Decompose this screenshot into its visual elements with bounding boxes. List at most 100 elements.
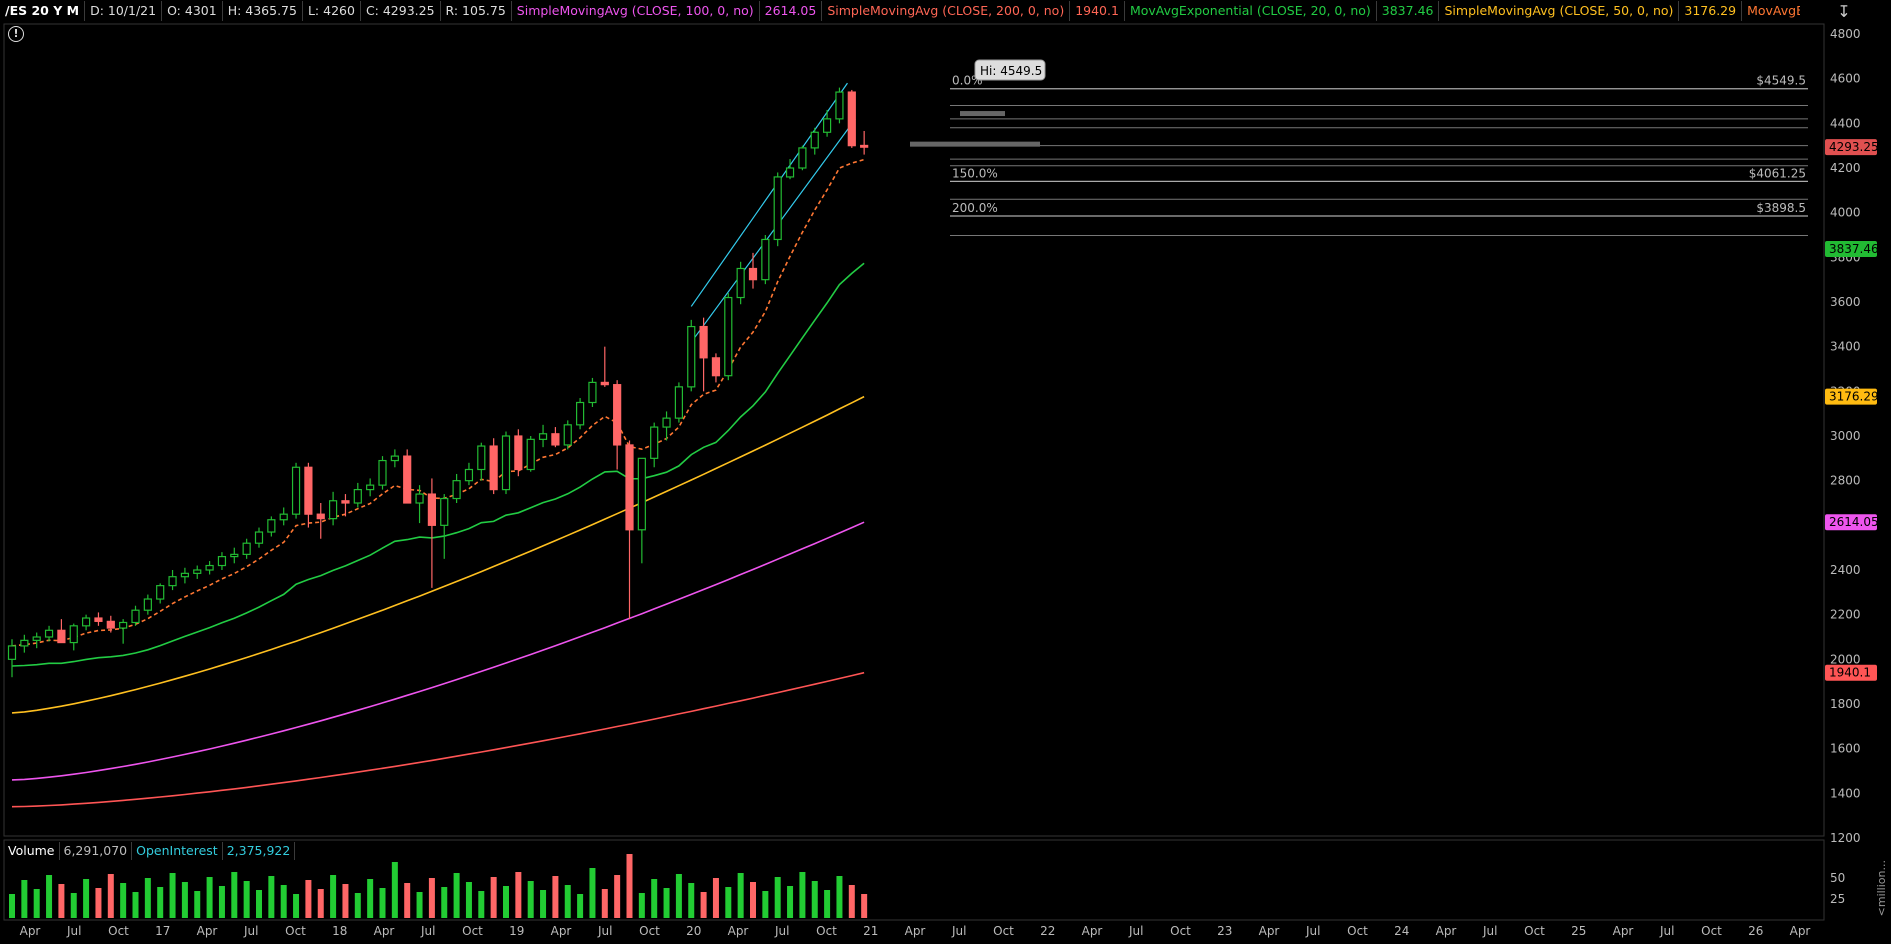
candle[interactable] xyxy=(242,538,251,559)
volume-bar[interactable] xyxy=(824,890,831,918)
volume-bar[interactable] xyxy=(317,889,324,918)
candle[interactable] xyxy=(724,293,733,381)
volume-bar[interactable] xyxy=(206,877,213,918)
candle[interactable] xyxy=(44,625,54,642)
volume-bar[interactable] xyxy=(120,883,127,918)
volume-bar[interactable] xyxy=(527,881,534,918)
candle[interactable] xyxy=(217,552,227,570)
volume-bar[interactable] xyxy=(564,885,571,918)
candle[interactable] xyxy=(538,424,548,448)
ema20-line[interactable] xyxy=(11,262,865,667)
candle[interactable] xyxy=(131,605,140,626)
volume-bar[interactable] xyxy=(181,882,188,918)
candle[interactable] xyxy=(526,436,535,472)
candle[interactable] xyxy=(600,346,609,387)
volume-bar[interactable] xyxy=(589,868,596,918)
candle[interactable] xyxy=(279,507,288,526)
volume-bar[interactable] xyxy=(503,886,509,918)
volume-bar[interactable] xyxy=(293,894,300,918)
volume-bar[interactable] xyxy=(416,892,423,918)
candle[interactable] xyxy=(501,431,511,495)
candle[interactable] xyxy=(835,87,844,124)
volume-bar[interactable] xyxy=(70,893,77,918)
volume-bar[interactable] xyxy=(441,887,448,918)
candle[interactable] xyxy=(69,623,78,651)
candle[interactable] xyxy=(230,547,239,564)
volume-bar[interactable] xyxy=(243,881,250,918)
volume-bar[interactable] xyxy=(774,877,781,918)
study-ema8-label[interactable]: MovAvgExponential (CLOSE, 8, 0, no) xyxy=(1742,1,1800,21)
volume-bar[interactable] xyxy=(787,886,794,918)
candle[interactable] xyxy=(254,527,264,548)
volume-bar[interactable] xyxy=(95,888,102,918)
candle[interactable] xyxy=(687,319,696,392)
candle[interactable] xyxy=(588,377,597,407)
volume-bar[interactable] xyxy=(836,876,843,918)
collapse-icon[interactable]: ↧ xyxy=(1833,2,1855,21)
candle[interactable] xyxy=(267,516,276,537)
candle[interactable] xyxy=(748,252,758,289)
volume-bar[interactable] xyxy=(515,872,522,918)
candle[interactable] xyxy=(427,478,436,588)
volume-bar[interactable] xyxy=(490,877,497,918)
candle[interactable] xyxy=(156,583,165,604)
sma100-line[interactable] xyxy=(11,521,865,781)
candle[interactable] xyxy=(477,442,486,481)
candle[interactable] xyxy=(489,438,498,495)
candle[interactable] xyxy=(711,353,721,383)
volume-bar[interactable] xyxy=(256,890,262,918)
candle[interactable] xyxy=(378,456,387,490)
volume-bar[interactable] xyxy=(367,879,374,918)
candle[interactable] xyxy=(822,109,832,137)
volume-bar[interactable] xyxy=(861,894,868,918)
candle[interactable] xyxy=(773,172,782,247)
volume-bar[interactable] xyxy=(552,876,559,918)
volume-bar[interactable] xyxy=(342,884,349,918)
volume-bar[interactable] xyxy=(688,883,695,918)
candle[interactable] xyxy=(452,473,461,503)
candle[interactable] xyxy=(304,462,313,528)
candle[interactable] xyxy=(674,382,684,423)
volume-bar[interactable] xyxy=(712,878,719,918)
ema8-line[interactable] xyxy=(11,158,865,647)
volume-bar[interactable] xyxy=(58,884,65,918)
candle[interactable] xyxy=(662,411,671,441)
volume-bar[interactable] xyxy=(46,875,53,918)
sma50-line[interactable] xyxy=(11,395,865,714)
candle[interactable] xyxy=(650,422,659,468)
volume-bar[interactable] xyxy=(330,875,337,918)
candle[interactable] xyxy=(440,494,449,559)
volume-bar[interactable] xyxy=(305,880,312,918)
volume-bar[interactable] xyxy=(762,891,769,918)
candle[interactable] xyxy=(625,440,634,620)
volume-bar[interactable] xyxy=(811,881,818,918)
candle[interactable] xyxy=(168,570,177,591)
candle[interactable] xyxy=(637,457,646,564)
candle[interactable] xyxy=(390,449,399,468)
candle[interactable] xyxy=(464,462,474,486)
price-chart[interactable]: 0.0% $4549.5150.0% $4061.25200.0% $3898.5Hi… xyxy=(0,0,1891,944)
volume-bar[interactable] xyxy=(540,890,547,918)
candle[interactable] xyxy=(798,145,807,171)
candle[interactable] xyxy=(514,429,523,477)
candle[interactable] xyxy=(119,619,128,644)
volume-bar[interactable] xyxy=(33,889,40,918)
channel-lower[interactable] xyxy=(690,118,856,343)
volume-bar[interactable] xyxy=(21,880,28,918)
candle[interactable] xyxy=(366,478,375,497)
candle[interactable] xyxy=(699,317,708,392)
volume-bar[interactable] xyxy=(799,872,806,918)
volume-bar[interactable] xyxy=(478,891,485,918)
volume-bar[interactable] xyxy=(9,894,15,918)
volume-bar[interactable] xyxy=(453,873,460,918)
volume-bar[interactable] xyxy=(465,882,472,918)
candle[interactable] xyxy=(94,612,103,626)
candle[interactable] xyxy=(551,427,560,448)
volume-bar[interactable] xyxy=(231,872,238,918)
candle[interactable] xyxy=(403,449,412,504)
candle[interactable] xyxy=(810,127,819,155)
candle[interactable] xyxy=(847,89,856,148)
sma200-line[interactable] xyxy=(11,671,865,808)
volume-bar[interactable] xyxy=(700,892,707,918)
candle[interactable] xyxy=(341,494,350,517)
